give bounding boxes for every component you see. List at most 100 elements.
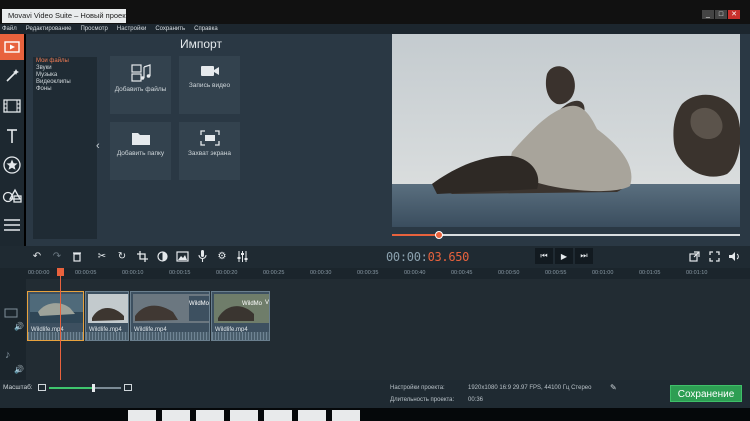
menu-file[interactable]: Файл: [2, 26, 17, 32]
playhead-line: [60, 268, 61, 380]
taskbar-item: [128, 410, 156, 421]
zoom-in-icon[interactable]: [124, 384, 132, 391]
video-frame-sea-lions-image: [392, 34, 740, 227]
screen-capture-button[interactable]: Захват экрана: [179, 122, 240, 180]
collapse-panel-chevron-icon[interactable]: ‹: [96, 140, 106, 152]
maximize-button[interactable]: □: [715, 10, 727, 19]
star-sticker-icon: [3, 156, 21, 174]
category-music[interactable]: Музыка: [36, 72, 57, 78]
ruler-tick: 00:00:30: [310, 270, 332, 276]
category-videoclips[interactable]: Видеоклипы: [36, 79, 71, 85]
ruler-tick: 00:00:20: [216, 270, 238, 276]
add-folder-button[interactable]: Добавить папку: [110, 122, 171, 180]
film-strip-icon: [3, 99, 21, 113]
speaker-icon: [729, 251, 739, 261]
video-camera-icon: [200, 66, 219, 76]
taskbar-strip: [0, 408, 750, 421]
rotate-button[interactable]: ↻: [113, 248, 131, 264]
menu-settings[interactable]: Настройки: [117, 26, 146, 32]
cut-button[interactable]: ✂: [93, 248, 111, 264]
clip-properties-button[interactable]: ⚙: [213, 248, 231, 264]
equalizer-sliders-icon: [237, 250, 247, 262]
category-backgrounds[interactable]: Фоны: [36, 86, 52, 92]
ruler-tick: 00:00:05: [75, 270, 97, 276]
microphone-icon: [197, 250, 207, 262]
delete-button[interactable]: [68, 248, 86, 264]
ruler-tick: 00:00:35: [357, 270, 379, 276]
detach-preview-button[interactable]: [685, 248, 703, 264]
ruler-tick: 00:00:55: [545, 270, 567, 276]
clips-tool-button[interactable]: [0, 93, 24, 119]
stickers-tool-button[interactable]: [0, 152, 24, 178]
window-controls: _ □ ✕: [702, 10, 740, 19]
add-files-icon: [130, 64, 151, 82]
text-icon: [7, 129, 17, 143]
add-files-button[interactable]: Добавить файлы: [110, 56, 171, 114]
project-duration-label: Длительность проекта:: [390, 397, 455, 403]
redo-button[interactable]: ↷: [48, 248, 66, 264]
screen-capture-icon: [199, 130, 220, 146]
timeline-clip[interactable]: Wildlife.mp4: [27, 291, 84, 341]
minimize-button[interactable]: _: [702, 10, 714, 19]
window-title: Movavi Video Suite – Новый проект *: [2, 9, 126, 23]
filters-tool-button[interactable]: [0, 63, 24, 89]
video-preview[interactable]: [392, 34, 740, 227]
titles-tool-button[interactable]: [0, 123, 24, 149]
volume-button[interactable]: [725, 248, 743, 264]
zoom-out-icon[interactable]: [38, 384, 46, 391]
seek-bar[interactable]: [392, 234, 740, 236]
undo-button[interactable]: ↶: [28, 248, 46, 264]
clip-overflow-text: V: [265, 300, 270, 306]
crop-button[interactable]: [133, 248, 151, 264]
taskbar-item: [196, 410, 224, 421]
music-track-mute-icon[interactable]: 🔊: [14, 365, 24, 374]
edit-settings-pencil-icon[interactable]: ✎: [610, 383, 617, 392]
record-video-button[interactable]: Запись видео: [179, 56, 240, 114]
add-files-label: Добавить файлы: [114, 86, 167, 93]
menu-edit[interactable]: Редактирование: [26, 26, 72, 32]
seek-handle[interactable]: [434, 231, 443, 239]
play-button[interactable]: ▶: [555, 248, 573, 264]
more-tools-button[interactable]: [0, 212, 24, 238]
project-settings-label: Настройки проекта:: [390, 385, 445, 391]
category-sounds[interactable]: Звуки: [36, 65, 52, 71]
timecode-display: 00:00:03.650: [386, 250, 469, 264]
clip-thumbnail-image: [88, 294, 128, 323]
image-icon: [175, 250, 189, 262]
contrast-icon: [156, 250, 168, 262]
fullscreen-button[interactable]: [705, 248, 723, 264]
save-button[interactable]: Сохранение: [670, 385, 742, 402]
taskbar-item: [230, 410, 258, 421]
previous-frame-button[interactable]: ⏮: [535, 248, 553, 264]
timeline-clip[interactable]: WildMo Wildlife.mp4: [211, 291, 270, 341]
menu-view[interactable]: Просмотр: [80, 26, 107, 32]
list-icon: [4, 219, 20, 231]
menu-help[interactable]: Справка: [194, 26, 218, 32]
zoom-slider-handle[interactable]: [91, 384, 95, 392]
fullscreen-icon: [708, 250, 720, 262]
menu-save[interactable]: Сохранить: [155, 26, 185, 32]
menu-bar: Файл Редактирование Просмотр Настройки С…: [0, 24, 750, 34]
next-frame-button[interactable]: ⏭: [575, 248, 593, 264]
tool-sidebar: [0, 34, 24, 246]
project-duration-value: 00:36: [468, 397, 484, 403]
record-audio-button[interactable]: [193, 248, 211, 264]
color-adjust-button[interactable]: [153, 248, 171, 264]
category-my-files[interactable]: Мои файлы: [36, 58, 69, 64]
clip-audio-waveform: [86, 332, 128, 340]
timeline-clip[interactable]: WildMo Wildlife.mp4: [130, 291, 210, 341]
video-track-mute-icon[interactable]: 🔊: [14, 322, 24, 331]
equalizer-button[interactable]: [233, 248, 251, 264]
timeline-clip[interactable]: Wildlife.mp4: [85, 291, 129, 341]
close-button[interactable]: ✕: [728, 10, 740, 19]
skip-forward-icon: ⏭: [580, 251, 588, 260]
transitions-tool-button[interactable]: [0, 182, 24, 208]
clip-audio-waveform: [28, 332, 83, 340]
ruler-tick: 00:00:40: [404, 270, 426, 276]
ruler-tick: 00:00:15: [169, 270, 191, 276]
image-edit-button[interactable]: [173, 248, 191, 264]
import-tool-button[interactable]: [0, 34, 24, 60]
record-video-label: Запись видео: [188, 82, 231, 89]
timecode-value: 03.650: [427, 250, 470, 264]
ruler-tick: 00:00:25: [263, 270, 285, 276]
